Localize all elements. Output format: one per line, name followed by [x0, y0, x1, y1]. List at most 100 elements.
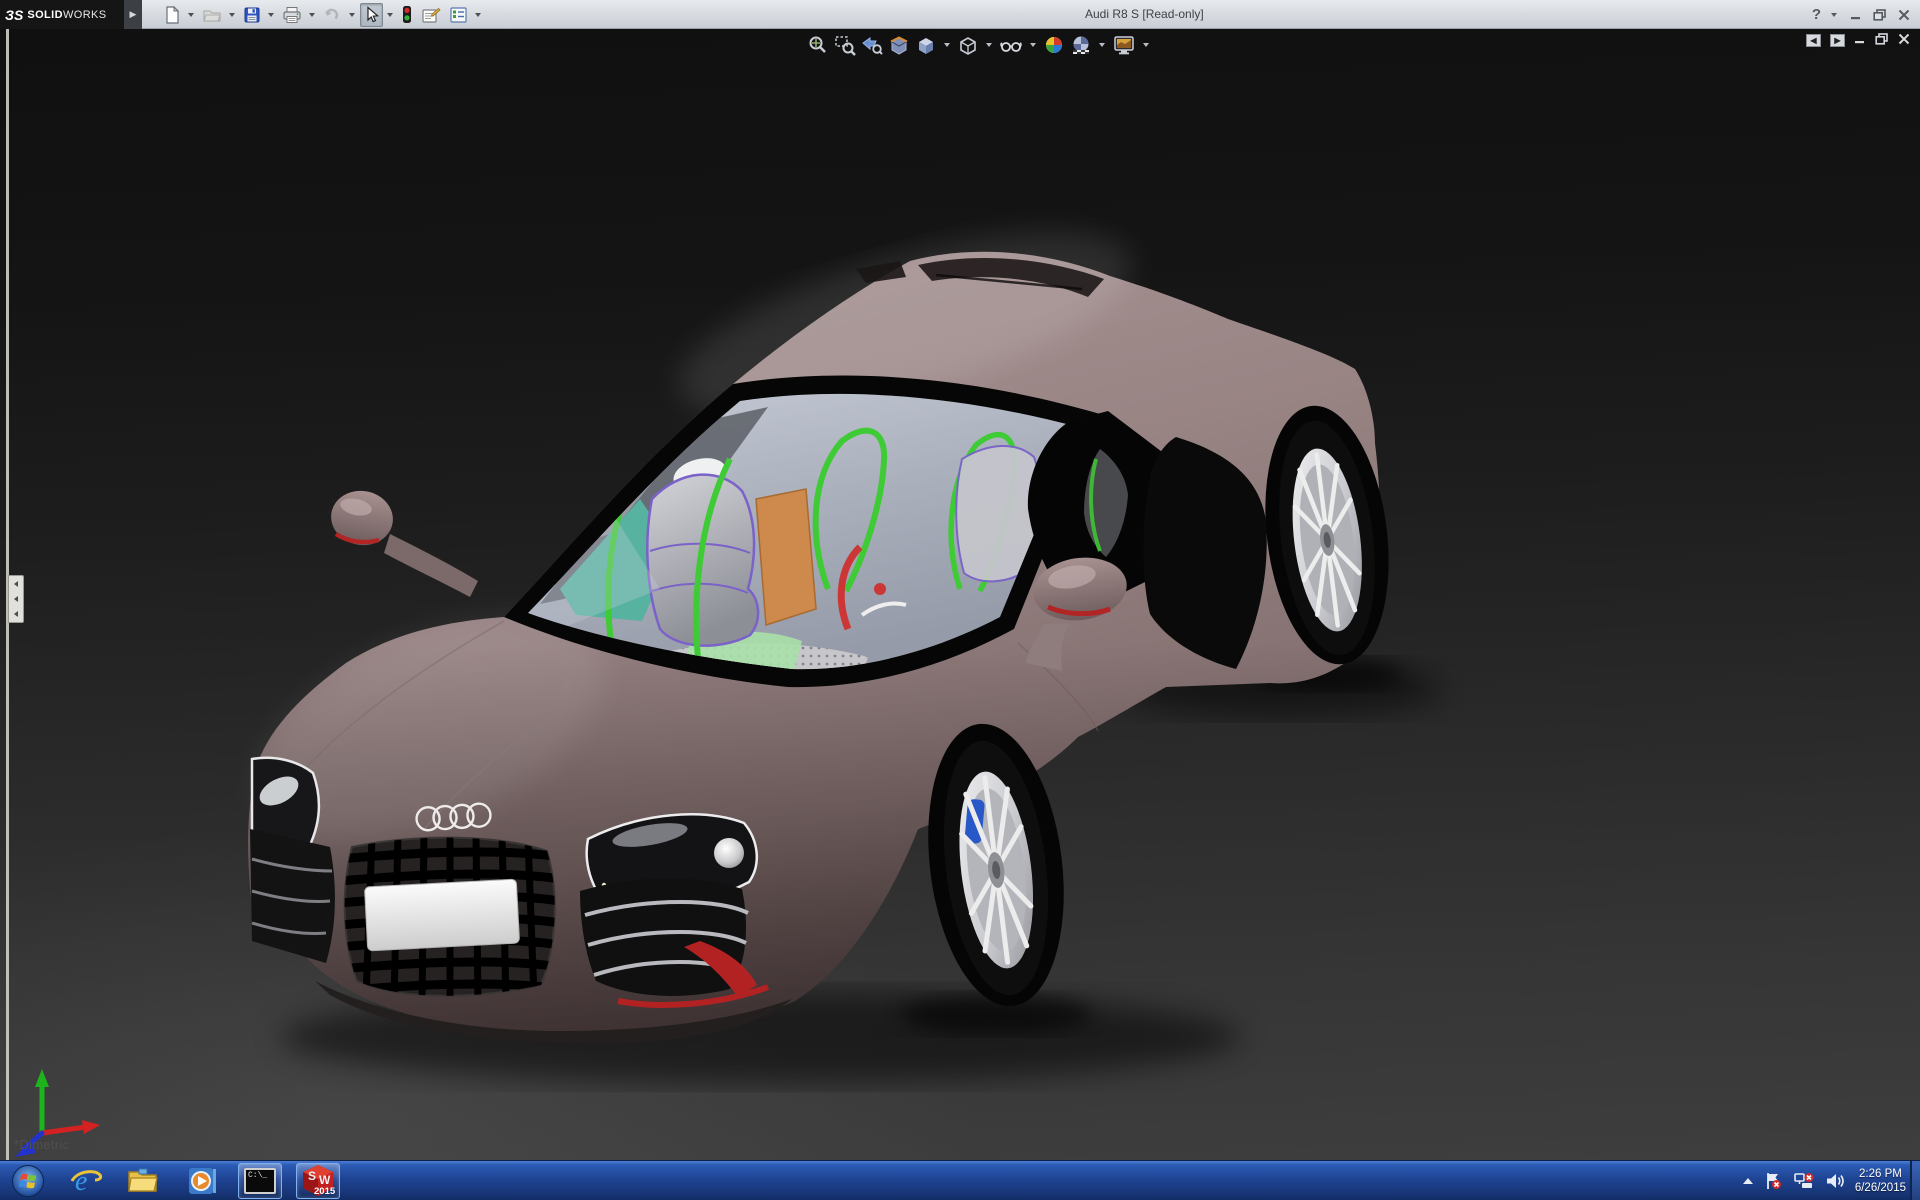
save-button[interactable]	[240, 3, 264, 27]
solidworks-taskbar-button[interactable]: S W 2015	[296, 1163, 340, 1199]
previous-view-button[interactable]	[860, 33, 884, 57]
toggle-left-pane-icon[interactable]: ◀	[1806, 34, 1821, 47]
svg-text:2015: 2015	[314, 1186, 336, 1197]
view-orientation-dropdown[interactable]	[944, 43, 950, 47]
open-dropdown[interactable]	[229, 12, 235, 17]
new-document-icon	[166, 5, 180, 24]
undo-dropdown[interactable]	[349, 12, 355, 17]
hide-show-items-dropdown[interactable]	[1030, 43, 1036, 47]
sw-s-letter: S	[308, 1169, 316, 1183]
app-restore-button[interactable]	[1872, 8, 1888, 22]
options-checklist-icon	[450, 6, 467, 23]
heads-up-view-toolbar	[806, 32, 1152, 58]
print-button[interactable]	[279, 3, 305, 27]
new-document-button[interactable]	[160, 3, 184, 27]
stoplight-icon	[403, 6, 411, 23]
clock-time: 2:26 PM	[1859, 1168, 1902, 1180]
windows-explorer-icon	[128, 1168, 158, 1192]
solidworks-window: ЗS SOLID WORKS ▶ Audi R8 S [Read-only] ?…	[0, 0, 1920, 1200]
solidworks-2015-icon: S W 2015	[303, 1165, 336, 1197]
taskbar-clock[interactable]: 2:26 PM 6/26/2015	[1855, 1167, 1906, 1195]
media-player-icon	[189, 1168, 216, 1194]
doc-close-button[interactable]	[1898, 33, 1910, 48]
section-view-button[interactable]	[887, 33, 911, 57]
action-center-flag-icon[interactable]	[1763, 1171, 1783, 1191]
hidden-icons-button[interactable]	[1742, 1178, 1753, 1184]
apply-scene-icon	[1073, 36, 1089, 54]
network-status-icon[interactable]	[1793, 1171, 1815, 1191]
view-orientation-label: *Dimetric	[14, 1137, 70, 1152]
doc-minimize-button[interactable]	[1854, 33, 1866, 48]
save-icon	[244, 7, 260, 22]
brand-works-text: WORKS	[62, 8, 107, 21]
graphics-viewport[interactable]: ◀ ▶ *Dimetric	[0, 29, 1920, 1160]
start-button[interactable]	[6, 1163, 50, 1199]
app-minimize-button[interactable]	[1848, 8, 1864, 22]
model-audi-r8[interactable]	[0, 29, 1920, 1160]
headlight-projector	[714, 838, 744, 868]
open-icon	[203, 9, 221, 22]
internet-explorer-button[interactable]: e	[64, 1163, 108, 1199]
view-settings-button[interactable]	[1111, 33, 1137, 57]
edit-appearance-icon	[1046, 37, 1062, 53]
sketch-notepad-button[interactable]	[418, 3, 444, 27]
front-grille[interactable]	[340, 833, 560, 1003]
display-style-icon	[960, 37, 976, 55]
sw-w-letter: W	[319, 1173, 331, 1187]
y-axis-arrow	[35, 1069, 49, 1087]
x-axis-arrow	[82, 1120, 100, 1134]
options-dropdown[interactable]	[475, 12, 481, 17]
windows-taskbar: e C:\_ S W 2015 2:26 PM 6/26/2015	[0, 1160, 1920, 1200]
left-side-intake	[250, 829, 335, 963]
right-side-intake	[580, 878, 757, 997]
view-settings-dropdown[interactable]	[1143, 43, 1149, 47]
show-desktop-button[interactable]	[1910, 1161, 1920, 1200]
windows-explorer-button[interactable]	[122, 1163, 166, 1199]
brand-solid-text: SOLID	[27, 8, 63, 21]
toggle-right-pane-icon[interactable]: ▶	[1830, 34, 1845, 47]
media-player-button[interactable]	[180, 1163, 224, 1199]
system-tray: 2:26 PM 6/26/2015	[1742, 1161, 1906, 1200]
display-style-button[interactable]	[956, 33, 980, 57]
app-close-button[interactable]	[1896, 8, 1912, 22]
select-button[interactable]	[360, 2, 383, 27]
menu-expand-arrow[interactable]: ▶	[124, 0, 142, 29]
zoom-to-fit-icon	[809, 36, 826, 53]
left-mirror[interactable]	[327, 486, 478, 597]
view-settings-icon	[1114, 36, 1134, 55]
zoom-to-area-button[interactable]	[833, 33, 857, 57]
apply-scene-dropdown[interactable]	[1099, 43, 1105, 47]
save-dropdown[interactable]	[268, 12, 274, 17]
select-dropdown[interactable]	[387, 12, 393, 17]
display-style-dropdown[interactable]	[986, 43, 992, 47]
solidworks-logo-mark: ЗS	[5, 6, 24, 23]
solidworks-logo[interactable]: ЗS SOLID WORKS	[0, 0, 124, 29]
new-document-dropdown[interactable]	[188, 12, 194, 17]
volume-icon[interactable]	[1825, 1171, 1845, 1191]
internet-explorer-icon: e	[70, 1166, 103, 1197]
print-dropdown[interactable]	[309, 12, 315, 17]
command-prompt-icon: C:\_	[244, 1168, 276, 1194]
stoplight-button[interactable]	[398, 3, 416, 27]
zoom-to-fit-button[interactable]	[806, 33, 830, 57]
undo-button[interactable]	[320, 3, 345, 27]
print-icon	[283, 6, 301, 23]
license-plate	[364, 878, 520, 952]
window-title: Audi R8 S [Read-only]	[1085, 7, 1204, 21]
apply-scene-button[interactable]	[1069, 33, 1093, 57]
help-button[interactable]: ?	[1812, 6, 1821, 23]
edit-appearance-button[interactable]	[1042, 33, 1066, 57]
help-dropdown[interactable]	[1831, 12, 1837, 17]
section-view-icon	[890, 36, 908, 55]
open-button[interactable]	[199, 3, 225, 27]
command-prompt-button[interactable]: C:\_	[238, 1163, 282, 1199]
zoom-to-area-icon	[835, 36, 856, 56]
view-orientation-button[interactable]	[914, 33, 938, 57]
select-cursor-icon	[367, 5, 380, 22]
doc-restore-button[interactable]	[1875, 33, 1889, 48]
hide-show-items-button[interactable]	[998, 33, 1024, 57]
options-checklist-button[interactable]	[446, 3, 471, 27]
document-window-controls: ◀ ▶	[1806, 33, 1910, 48]
panel-splitter-handle[interactable]	[8, 575, 24, 623]
previous-view-icon	[862, 37, 883, 55]
